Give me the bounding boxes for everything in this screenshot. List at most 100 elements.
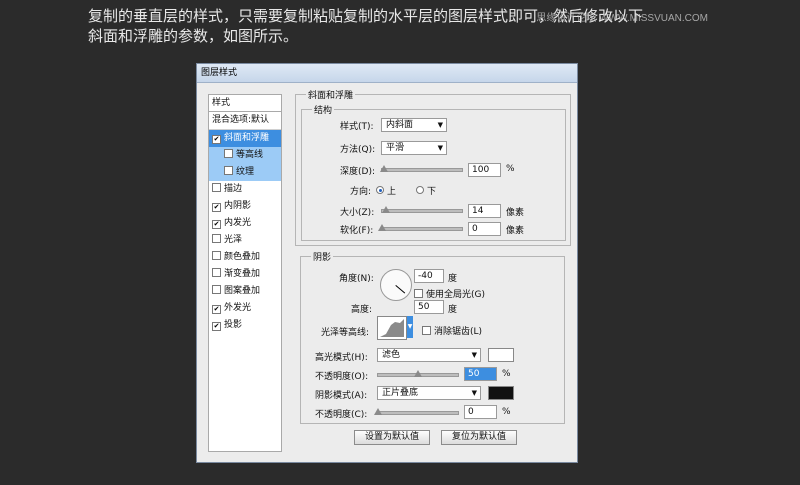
sidebar-item-satin[interactable]: 光泽 — [209, 232, 281, 249]
size-label: 大小(Z): — [340, 208, 375, 218]
size-slider-knob[interactable] — [382, 206, 390, 213]
bevel-checkbox[interactable]: ✔ — [212, 135, 221, 144]
chevron-down-icon: ▼ — [471, 351, 477, 359]
reset-default-button[interactable]: 复位为默认值 — [441, 430, 517, 445]
highlight-opacity-unit: % — [502, 369, 511, 379]
technique-select-value: 平滑 — [386, 143, 405, 153]
style-select[interactable]: 内斜面 ▼ — [381, 118, 447, 132]
direction-up-label: 上 — [387, 187, 397, 197]
angle-input[interactable]: -40 — [414, 269, 444, 283]
shadow-opacity-input[interactable]: 0 — [464, 405, 497, 419]
highlight-opacity-knob[interactable] — [414, 370, 422, 377]
sidebar-item-label: 投影 — [224, 320, 243, 330]
inner-shadow-checkbox[interactable]: ✔ — [212, 203, 221, 212]
depth-input[interactable]: 100 — [468, 163, 501, 177]
gloss-contour-picker[interactable] — [377, 316, 407, 340]
styles-header[interactable]: 样式 — [209, 95, 281, 112]
sidebar-item-label: 图案叠加 — [224, 286, 261, 296]
size-slider[interactable] — [381, 206, 463, 213]
gloss-contour-label: 光泽等高线: — [321, 328, 370, 338]
direction-down-radio[interactable] — [416, 186, 424, 194]
angle-dial[interactable] — [380, 269, 412, 301]
shading-title: 阴影 — [311, 250, 334, 263]
gradient-overlay-checkbox[interactable] — [212, 268, 221, 277]
shadow-opacity-slider[interactable] — [374, 408, 459, 415]
depth-slider[interactable] — [379, 165, 463, 172]
sidebar-item-label: 光泽 — [224, 235, 243, 245]
sidebar-item-label: 外发光 — [224, 303, 252, 313]
sidebar-item-outer-glow[interactable]: ✔ 外发光 — [209, 300, 281, 317]
altitude-input[interactable]: 50 — [414, 300, 444, 314]
soften-slider[interactable] — [378, 224, 463, 231]
depth-slider-knob[interactable] — [379, 165, 388, 172]
outer-glow-checkbox[interactable]: ✔ — [212, 305, 221, 314]
highlight-opacity-label: 不透明度(O): — [315, 372, 369, 382]
style-label: 样式(T): — [340, 122, 374, 132]
sidebar-item-bevel-emboss[interactable]: ✔ 斜面和浮雕 — [209, 130, 281, 147]
satin-checkbox[interactable] — [212, 234, 221, 243]
shadow-mode-value: 正片叠底 — [382, 388, 419, 398]
angle-dial-needle — [395, 285, 406, 294]
sidebar-item-label: 描边 — [224, 184, 243, 194]
sidebar-item-label: 颜色叠加 — [224, 252, 261, 262]
chevron-down-icon: ▼ — [437, 121, 443, 129]
shadow-mode-select[interactable]: 正片叠底 ▼ — [377, 386, 481, 400]
blending-options-item[interactable]: 混合选项:默认 — [209, 112, 281, 130]
sidebar-item-drop-shadow[interactable]: ✔ 投影 — [209, 317, 281, 334]
highlight-opacity-input[interactable]: 50 — [464, 367, 497, 381]
antialias-label: 消除锯齿(L) — [434, 327, 483, 337]
highlight-mode-value: 滤色 — [382, 350, 401, 360]
technique-label: 方法(Q): — [340, 145, 376, 155]
shading-group: 阴影 角度(N): -40 度 使用全局光(G) 高度: 50 度 光泽等高线:… — [300, 250, 565, 424]
technique-select[interactable]: 平滑 ▼ — [381, 141, 447, 155]
chevron-down-icon[interactable]: ▼ — [407, 316, 413, 338]
altitude-label: 高度: — [351, 305, 373, 315]
antialias-checkbox[interactable] — [422, 326, 431, 335]
shadow-color-swatch[interactable] — [488, 386, 514, 400]
direction-up-radio[interactable] — [376, 186, 384, 194]
pattern-overlay-checkbox[interactable] — [212, 285, 221, 294]
shadow-mode-label: 阴影模式(A): — [315, 391, 368, 401]
chevron-down-icon: ▼ — [437, 144, 443, 152]
size-input[interactable]: 14 — [468, 204, 501, 218]
dialog-title: 图层样式 — [197, 64, 577, 83]
shadow-opacity-label: 不透明度(C): — [315, 410, 368, 420]
sidebar-item-gradient-overlay[interactable]: 渐变叠加 — [209, 266, 281, 283]
sidebar-item-contour[interactable]: 等高线 — [209, 147, 281, 164]
sidebar-item-inner-glow[interactable]: ✔ 内发光 — [209, 215, 281, 232]
direction-down-label: 下 — [427, 187, 437, 197]
stroke-checkbox[interactable] — [212, 183, 221, 192]
highlight-mode-label: 高光模式(H): — [315, 353, 368, 363]
styles-list: 样式 混合选项:默认 ✔ 斜面和浮雕 等高线 纹理 描边 ✔ 内阴影 ✔ 内发光 光泽… — [208, 94, 282, 452]
sidebar-item-label: 渐变叠加 — [224, 269, 261, 279]
highlight-opacity-slider[interactable] — [377, 370, 459, 377]
soften-unit: 像素 — [506, 226, 525, 236]
structure-title: 结构 — [312, 103, 335, 116]
highlight-color-swatch[interactable] — [488, 348, 514, 362]
altitude-unit: 度 — [448, 305, 458, 315]
sidebar-item-label: 纹理 — [236, 167, 255, 177]
sidebar-item-texture[interactable]: 纹理 — [209, 164, 281, 181]
highlight-mode-select[interactable]: 滤色 ▼ — [377, 348, 481, 362]
sidebar-item-inner-shadow[interactable]: ✔ 内阴影 — [209, 198, 281, 215]
shadow-opacity-unit: % — [502, 407, 511, 417]
contour-checkbox[interactable] — [224, 149, 233, 158]
shadow-opacity-knob[interactable] — [374, 408, 382, 415]
bevel-emboss-title: 斜面和浮雕 — [306, 88, 356, 101]
inner-glow-checkbox[interactable]: ✔ — [212, 220, 221, 229]
sidebar-item-color-overlay[interactable]: 颜色叠加 — [209, 249, 281, 266]
style-select-value: 内斜面 — [386, 120, 414, 130]
layer-style-dialog: 图层样式 样式 混合选项:默认 ✔ 斜面和浮雕 等高线 纹理 描边 ✔ 内阴影 ✔ 内… — [196, 63, 578, 463]
sidebar-item-stroke[interactable]: 描边 — [209, 181, 281, 198]
drop-shadow-checkbox[interactable]: ✔ — [212, 322, 221, 331]
sidebar-item-pattern-overlay[interactable]: 图案叠加 — [209, 283, 281, 300]
depth-unit: % — [506, 164, 515, 174]
bevel-emboss-group: 斜面和浮雕 结构 样式(T): 内斜面 ▼ 方法(Q): 平滑 ▼ 深度(D): 1… — [295, 88, 571, 246]
global-light-checkbox[interactable] — [414, 289, 423, 298]
make-default-button[interactable]: 设置为默认值 — [354, 430, 430, 445]
color-overlay-checkbox[interactable] — [212, 251, 221, 260]
soften-slider-knob[interactable] — [378, 224, 386, 231]
soften-input[interactable]: 0 — [468, 222, 501, 236]
texture-checkbox[interactable] — [224, 166, 233, 175]
chevron-down-icon: ▼ — [471, 389, 477, 397]
